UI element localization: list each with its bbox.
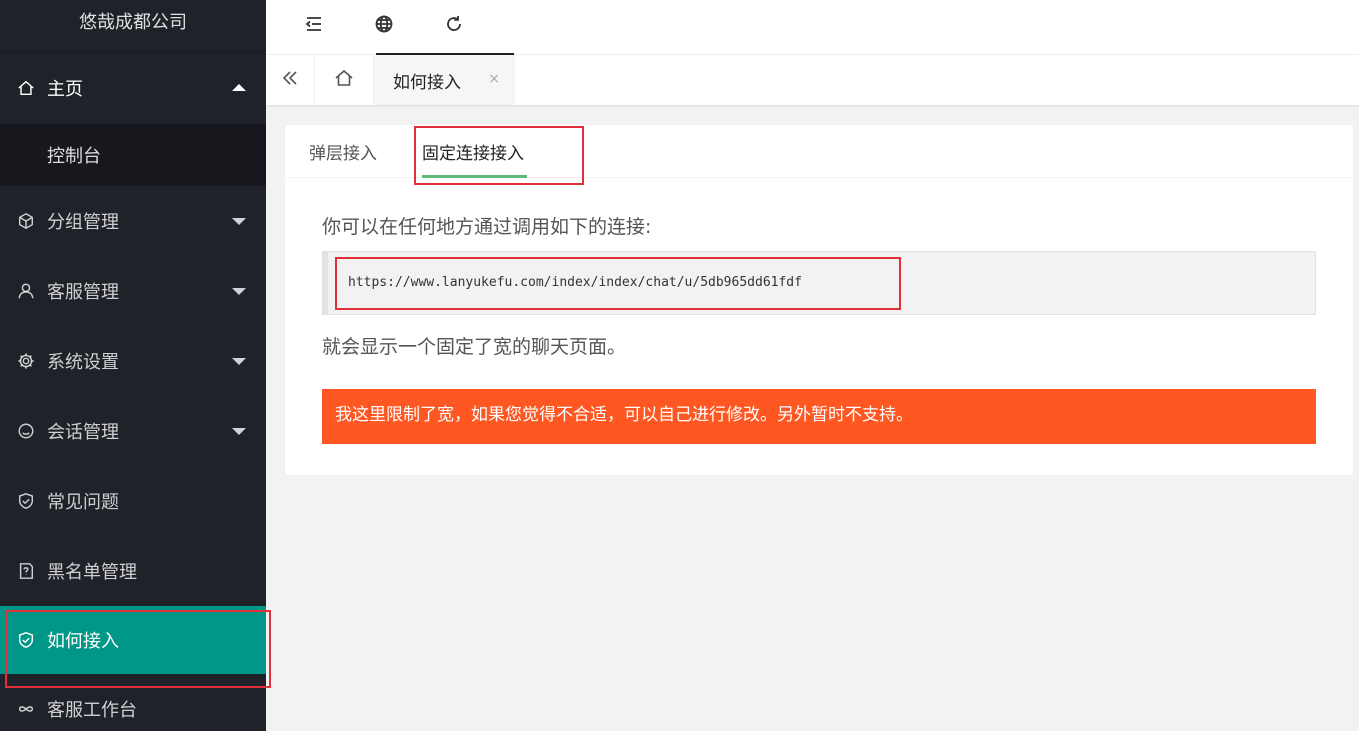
refresh-icon	[444, 14, 464, 38]
intro-text: 你可以在任何地方通过调用如下的连接:	[322, 216, 652, 238]
home-icon	[16, 78, 36, 98]
shield-icon	[16, 630, 36, 650]
cube-icon	[16, 211, 36, 231]
menu-fold-button[interactable]	[286, 0, 341, 52]
help-doc-icon	[16, 561, 36, 581]
sidebar-item-home[interactable]: 主页	[0, 52, 266, 124]
caret-down-icon	[232, 288, 246, 295]
sidebar-item-label: 黑名单管理	[47, 562, 137, 583]
content-tabs: 弹层接入 固定连接接入	[285, 125, 1353, 178]
sidebar-item-service-manage[interactable]: 客服管理	[0, 256, 266, 326]
refresh-button[interactable]	[426, 0, 481, 52]
sidebar-item-label: 常见问题	[47, 492, 119, 513]
sidebar-item-group-manage[interactable]: 分组管理	[0, 186, 266, 256]
smile-icon	[16, 421, 36, 441]
tabs-scroll-left-button[interactable]	[266, 55, 315, 105]
double-chevron-left-icon	[280, 68, 300, 92]
sidebar-item-how-to-access[interactable]: 如何接入	[0, 606, 266, 674]
globe-button[interactable]	[356, 0, 411, 52]
sidebar-item-faq[interactable]: 常见问题	[0, 466, 266, 536]
content-card: 弹层接入 固定连接接入 你可以在任何地方通过调用如下的连接: https://w…	[285, 125, 1353, 475]
top-header	[266, 0, 1359, 55]
warning-banner: 我这里限制了宽，如果您觉得不合适，可以自己进行修改。另外暂时不支持。	[322, 389, 1316, 444]
app-logo-title: 悠哉成都公司	[0, 0, 266, 52]
tab-label: 如何接入	[393, 72, 461, 93]
active-tab-underline	[422, 175, 527, 178]
sidebar-item-label: 客服工作台	[47, 700, 137, 721]
sidebar-item-settings[interactable]: 系统设置	[0, 326, 266, 396]
sidebar-item-label: 会话管理	[47, 422, 119, 443]
user-icon	[16, 281, 36, 301]
tab-home[interactable]	[315, 55, 374, 105]
note-text: 就会显示一个固定了宽的聊天页面。	[322, 336, 627, 358]
page-tabs-bar: 如何接入 ×	[266, 55, 1359, 105]
shield-icon	[16, 491, 36, 511]
caret-up-icon	[232, 84, 246, 91]
access-url: https://www.lanyukefu.com/index/index/ch…	[348, 275, 802, 290]
sidebar-subitem-console[interactable]: 控制台	[0, 124, 266, 186]
sidebar-item-label: 如何接入	[47, 631, 119, 652]
sidebar-item-label: 控制台	[47, 146, 101, 167]
caret-down-icon	[232, 428, 246, 435]
gear-icon	[16, 351, 36, 371]
tab-fixed-link-access[interactable]: 固定连接接入	[422, 139, 524, 164]
link-icon	[16, 699, 36, 719]
sidebar-item-label: 系统设置	[47, 352, 119, 373]
tab-how-to-access[interactable]: 如何接入 ×	[374, 55, 515, 105]
sidebar: 悠哉成都公司 主页 控制台 分组管理 客服管理 系统设置 会话管理 常见问题 黑…	[0, 0, 266, 731]
sidebar-item-label: 客服管理	[47, 282, 119, 303]
caret-down-icon	[232, 358, 246, 365]
sidebar-item-session-manage[interactable]: 会话管理	[0, 396, 266, 466]
globe-icon	[374, 14, 394, 38]
close-icon[interactable]: ×	[488, 71, 500, 87]
caret-down-icon	[232, 218, 246, 225]
menu-fold-icon	[304, 14, 324, 38]
code-block: https://www.lanyukefu.com/index/index/ch…	[322, 251, 1316, 315]
sidebar-item-blacklist[interactable]: 黑名单管理	[0, 536, 266, 606]
sidebar-item-workbench[interactable]: 客服工作台	[0, 674, 266, 731]
tab-popup-access[interactable]: 弹层接入	[309, 139, 377, 164]
sidebar-item-label: 主页	[47, 79, 83, 100]
sidebar-item-label: 分组管理	[47, 212, 119, 233]
home-icon	[334, 68, 354, 92]
